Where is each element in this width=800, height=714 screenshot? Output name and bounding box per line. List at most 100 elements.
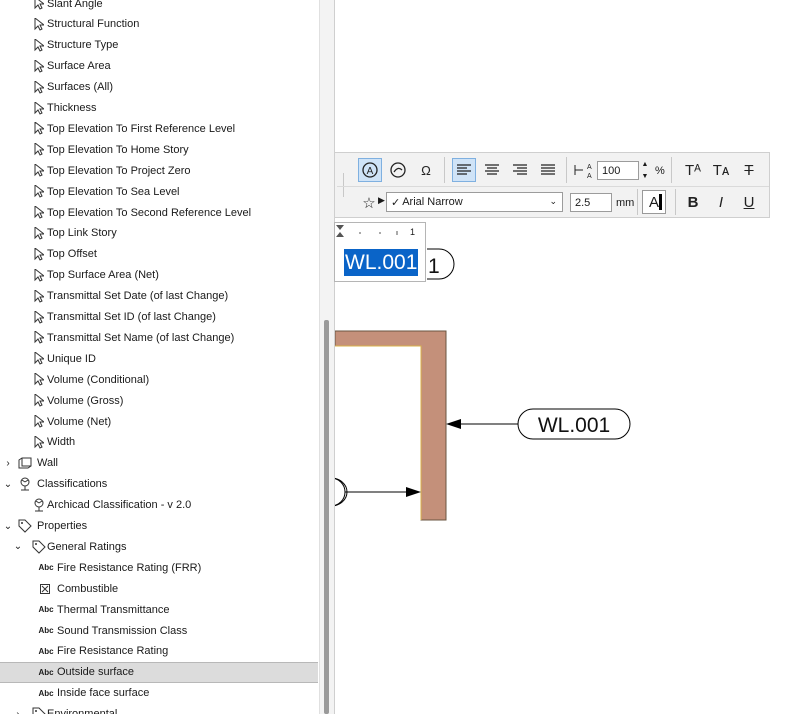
stepper-up-icon[interactable]: ▲: [642, 161, 649, 168]
chevron-down-icon[interactable]: ⌄: [1, 519, 15, 533]
tree-item[interactable]: Top Elevation To Project Zero: [0, 160, 318, 181]
tree-item-label: Surfaces (All): [47, 81, 114, 94]
text-color-button[interactable]: A: [642, 190, 666, 214]
cursor-icon: [32, 289, 46, 303]
tree-item[interactable]: Abc Fire Resistance Rating (FRR): [0, 557, 318, 578]
align-right-button[interactable]: [508, 158, 532, 182]
align-center-button[interactable]: [480, 158, 504, 182]
cursor-icon: [32, 352, 46, 366]
tree-item-label: Fire Resistance Rating (FRR): [57, 561, 202, 574]
tree-item-label: Fire Resistance Rating: [57, 645, 169, 658]
tree-item-label: Inside face surface: [57, 687, 150, 700]
strikethrough-icon: T: [744, 161, 754, 179]
tree-item[interactable]: Surface Area: [0, 56, 318, 77]
tree-item[interactable]: Top Elevation To First Reference Level: [0, 118, 318, 139]
cursor-icon: [32, 164, 46, 178]
tree-item[interactable]: Structural Function: [0, 14, 318, 35]
tree-item[interactable]: Archicad Classification - v 2.0: [0, 495, 318, 516]
cursor-icon: [32, 38, 46, 52]
tree-item[interactable]: ⌄ Properties: [0, 516, 318, 537]
cursor-icon: [32, 206, 46, 220]
tree-item[interactable]: Top Elevation To Sea Level: [0, 181, 318, 202]
tree-item[interactable]: Combustible: [0, 578, 318, 599]
tree-item[interactable]: Width: [0, 432, 318, 453]
tree-item[interactable]: Top Surface Area (Net): [0, 265, 318, 286]
tree-item[interactable]: Slant Angle: [0, 0, 318, 14]
wall-icon: [18, 456, 32, 470]
tree-item-label: Top Elevation To Second Reference Level: [47, 206, 252, 219]
tree-item[interactable]: Abc Fire Resistance Rating: [0, 641, 318, 662]
navigator-tree[interactable]: Slant Angle Structural Function Structure …: [0, 0, 319, 714]
drawing-canvas[interactable]: WL.001 1: [334, 0, 800, 714]
stepper-down-icon[interactable]: ▼: [642, 173, 649, 180]
text-color-letter: A: [648, 193, 659, 211]
cursor-icon: [32, 122, 46, 136]
color-swatch: [659, 194, 662, 210]
tree-item-label: Volume (Gross): [47, 394, 124, 407]
special-character-button[interactable]: Ω: [414, 158, 438, 182]
cursor-icon: [32, 185, 46, 199]
tree-item[interactable]: Abc Thermal Transmittance: [0, 599, 318, 620]
tree-item[interactable]: Volume (Net): [0, 411, 318, 432]
tree-item-label: Archicad Classification - v 2.0: [47, 499, 192, 512]
tree-item[interactable]: ⌄ General Ratings: [0, 536, 318, 557]
tree-item[interactable]: Transmittal Set Date (of last Change): [0, 286, 318, 307]
tree-item-label: Thermal Transmittance: [57, 603, 170, 616]
cursor-icon: [32, 373, 46, 387]
tree-item[interactable]: Top Elevation To Home Story: [0, 139, 318, 160]
chevron-right-icon[interactable]: ›: [1, 456, 15, 470]
drawing-label-text: WL.001: [538, 414, 610, 437]
font-size-unit: mm: [616, 197, 635, 209]
justify-button[interactable]: [536, 158, 560, 182]
underline-button[interactable]: U: [737, 190, 761, 214]
cursor-icon: [32, 435, 46, 449]
tree-item[interactable]: › Environmental: [0, 704, 318, 714]
tree-item[interactable]: ⌄ Classifications: [0, 474, 318, 495]
tree-item[interactable]: Transmittal Set Name (of last Change): [0, 327, 318, 348]
chevron-right-icon[interactable]: ›: [11, 707, 25, 714]
font-name-select[interactable]: ✓ Arial Narrow ⌄: [386, 192, 563, 212]
subscript-button[interactable]: Tᴀ: [709, 158, 733, 182]
scale-stepper[interactable]: ▲ ▼: [639, 161, 651, 180]
ruler-mark: 1: [410, 227, 416, 237]
abc-icon: Abc: [38, 563, 54, 573]
tree-item[interactable]: Surfaces (All): [0, 77, 318, 98]
tree-item-label: Volume (Conditional): [47, 373, 150, 386]
cursor-icon: [32, 59, 46, 73]
superscript-button[interactable]: Tᴬ: [681, 158, 705, 182]
tree-item[interactable]: Top Offset: [0, 244, 318, 265]
curved-text-button[interactable]: [386, 158, 410, 182]
anchor-text-button[interactable]: A: [358, 158, 382, 182]
font-size-input[interactable]: 2.5: [570, 193, 612, 212]
bubble-trailing-char: 1: [428, 255, 440, 278]
tree-item[interactable]: Abc Inside face surface: [0, 683, 318, 704]
tree-item-label: Top Elevation To Home Story: [47, 143, 189, 156]
tree-item-label: Structural Function: [47, 18, 140, 31]
tree-item[interactable]: Volume (Gross): [0, 390, 318, 411]
tree-item[interactable]: Abc Outside surface: [0, 661, 318, 683]
tree-item[interactable]: Top Elevation To Second Reference Level: [0, 202, 318, 223]
tree-item[interactable]: Top Link Story: [0, 223, 318, 244]
tree-item-label: Unique ID: [47, 352, 96, 365]
tree-item[interactable]: › Wall: [0, 453, 318, 474]
chevron-down-icon[interactable]: ⌄: [1, 477, 15, 491]
tree-item[interactable]: Unique ID: [0, 348, 318, 369]
tree-item[interactable]: Abc Sound Transmission Class: [0, 620, 318, 641]
align-left-button[interactable]: [452, 158, 476, 182]
bold-button[interactable]: B: [681, 190, 705, 214]
chevron-down-icon[interactable]: ⌄: [11, 540, 25, 554]
tree-item[interactable]: Transmittal Set ID (of last Change): [0, 307, 318, 328]
tree-scrollbar[interactable]: [319, 0, 334, 714]
tree-item[interactable]: Volume (Conditional): [0, 369, 318, 390]
scrollbar-thumb[interactable]: [324, 320, 329, 714]
tree-item[interactable]: Structure Type: [0, 35, 318, 56]
strikethrough-button[interactable]: T: [737, 158, 761, 182]
scale-input[interactable]: 100: [597, 161, 639, 180]
italic-button[interactable]: I: [709, 190, 733, 214]
anchor-text-icon: A: [362, 162, 378, 178]
tree-item[interactable]: Thickness: [0, 98, 318, 119]
cursor-icon: [32, 0, 46, 11]
selected-text[interactable]: WL.001: [344, 249, 419, 276]
svg-text:A: A: [367, 166, 374, 177]
tree-item-label: Environmental: [47, 708, 117, 714]
